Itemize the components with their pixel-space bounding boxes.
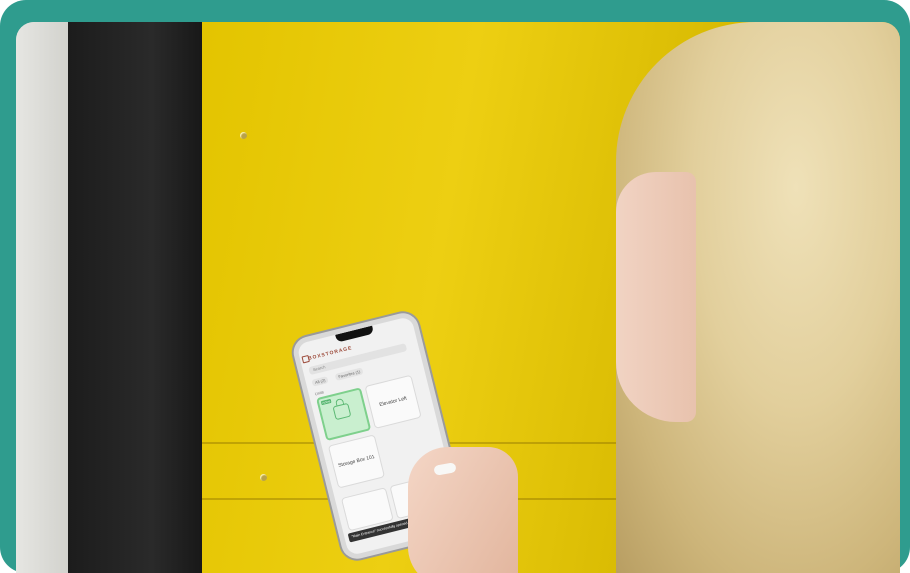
unit-label: Elevator Left xyxy=(378,395,408,409)
face xyxy=(616,172,696,422)
hand xyxy=(408,447,518,573)
unit-tile-elevator-left[interactable]: Elevator Left xyxy=(364,374,422,429)
photo: BOXSTORAGE Search All (2) Favorites (1) … xyxy=(16,22,900,573)
section-label: Units xyxy=(314,389,325,397)
door-frame xyxy=(68,22,208,573)
unlock-icon xyxy=(332,402,352,421)
unit-tile-unlocked[interactable]: Active xyxy=(315,387,372,442)
unit-label: Storage Box 101 xyxy=(337,454,376,469)
rivet xyxy=(240,132,247,139)
rivet xyxy=(260,474,267,481)
phone-notch xyxy=(335,325,375,343)
filter-chip-favorites[interactable]: Favorites (1) xyxy=(334,367,364,381)
wall xyxy=(16,22,76,573)
status-badge: Active xyxy=(320,398,332,406)
filter-chip-all[interactable]: All (2) xyxy=(311,375,330,387)
unit-tile-storage-box[interactable]: Storage Box 101 xyxy=(327,434,386,489)
